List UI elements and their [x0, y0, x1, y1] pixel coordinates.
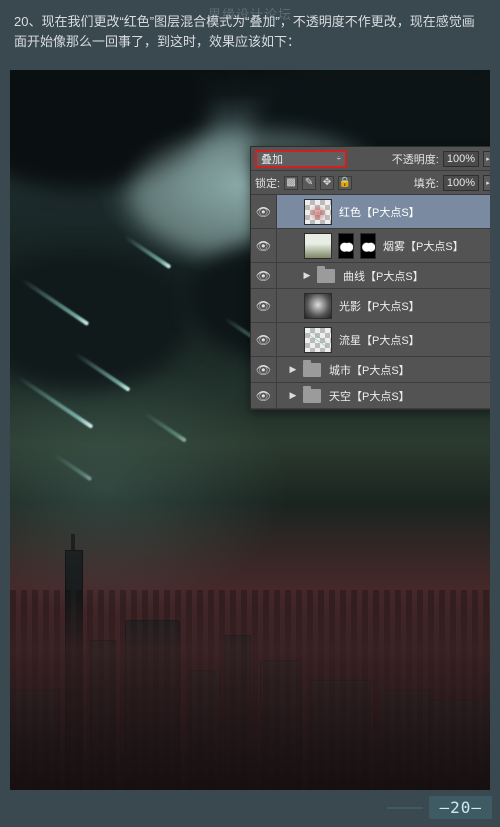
visibility-eye-icon[interactable]: 👁: [251, 323, 277, 356]
layer-group-row[interactable]: 👁 ▶ 城市【P大点S】: [251, 357, 490, 383]
layer-row-selected[interactable]: 👁 红色【P大点S】: [251, 195, 490, 229]
layer-name[interactable]: 光影【P大点S】: [339, 298, 420, 314]
dropdown-arrow-icon: ÷: [337, 154, 341, 163]
group-disclose-icon[interactable]: ▶: [301, 270, 313, 281]
lock-icons-group: ▩ ✎ ✥ 🔒: [284, 176, 352, 190]
layer-group-row[interactable]: 👁 ▶ 曲线【P大点S】: [251, 263, 490, 289]
fill-input[interactable]: 100%: [443, 175, 479, 191]
layer-thumbnail[interactable]: [304, 233, 332, 259]
fill-value: 100%: [447, 177, 475, 189]
opacity-label: 不透明度:: [392, 151, 439, 167]
lock-position-icon[interactable]: ✥: [320, 176, 334, 190]
layer-mask-thumbnail[interactable]: [338, 233, 354, 259]
blend-mode-select[interactable]: 叠加 ÷: [255, 150, 347, 168]
visibility-eye-icon[interactable]: 👁: [251, 263, 277, 288]
blend-mode-value: 叠加: [261, 151, 283, 167]
group-disclose-icon[interactable]: ▶: [287, 364, 299, 375]
layers-list: 👁 红色【P大点S】 👁 烟雾【P大点S】 👁 ▶: [251, 195, 490, 409]
visibility-eye-icon[interactable]: 👁: [251, 357, 277, 382]
visibility-eye-icon[interactable]: 👁: [251, 383, 277, 408]
fill-slider-toggle[interactable]: ▸: [483, 175, 490, 191]
page-number-badge: —20—: [429, 796, 492, 819]
opacity-slider-toggle[interactable]: ▸: [483, 151, 490, 167]
layer-row[interactable]: 👁 流星【P大点S】: [251, 323, 490, 357]
layers-panel: 叠加 ÷ 不透明度: 100% ▸ 锁定: ▩ ✎ ✥ 🔒 填充: 100% ▸: [250, 146, 490, 410]
layer-thumbnail[interactable]: [304, 293, 332, 319]
folder-icon: [317, 269, 335, 283]
layer-name[interactable]: 烟雾【P大点S】: [383, 238, 464, 254]
lock-paint-icon[interactable]: ✎: [302, 176, 316, 190]
group-disclose-icon[interactable]: ▶: [287, 390, 299, 401]
lock-all-icon[interactable]: 🔒: [338, 176, 352, 190]
opacity-input[interactable]: 100%: [443, 151, 479, 167]
layer-row[interactable]: 👁 光影【P大点S】: [251, 289, 490, 323]
visibility-eye-icon[interactable]: 👁: [251, 289, 277, 322]
layer-name[interactable]: 天空【P大点S】: [329, 388, 410, 404]
folder-icon: [303, 389, 321, 403]
city-skyline: [10, 450, 490, 790]
city-foreground: [10, 590, 490, 790]
layer-name[interactable]: 流星【P大点S】: [339, 332, 420, 348]
visibility-eye-icon[interactable]: 👁: [251, 229, 277, 262]
layer-thumbnail[interactable]: [304, 199, 332, 225]
folder-icon: [303, 363, 321, 377]
layer-name[interactable]: 红色【P大点S】: [339, 204, 420, 220]
fill-label: 填充:: [414, 175, 439, 191]
watermark-text: 思缘设计论坛: [208, 4, 292, 23]
layer-mask-thumbnail[interactable]: [360, 233, 376, 259]
lock-label: 锁定:: [255, 175, 280, 191]
visibility-eye-icon[interactable]: 👁: [251, 195, 277, 228]
step-number: 20、: [14, 14, 41, 29]
layer-name[interactable]: 曲线【P大点S】: [343, 268, 424, 284]
layer-thumbnail[interactable]: [304, 327, 332, 353]
opacity-value: 100%: [447, 153, 475, 165]
panel-blend-row: 叠加 ÷ 不透明度: 100% ▸: [251, 147, 490, 171]
artwork-canvas: 叠加 ÷ 不透明度: 100% ▸ 锁定: ▩ ✎ ✥ 🔒 填充: 100% ▸: [10, 70, 490, 790]
lock-transparency-icon[interactable]: ▩: [284, 176, 298, 190]
layer-name[interactable]: 城市【P大点S】: [329, 362, 410, 378]
layer-group-row[interactable]: 👁 ▶ 天空【P大点S】: [251, 383, 490, 409]
meteor: [143, 412, 187, 443]
panel-lock-row: 锁定: ▩ ✎ ✥ 🔒 填充: 100% ▸: [251, 171, 490, 195]
layer-row[interactable]: 👁 烟雾【P大点S】: [251, 229, 490, 263]
